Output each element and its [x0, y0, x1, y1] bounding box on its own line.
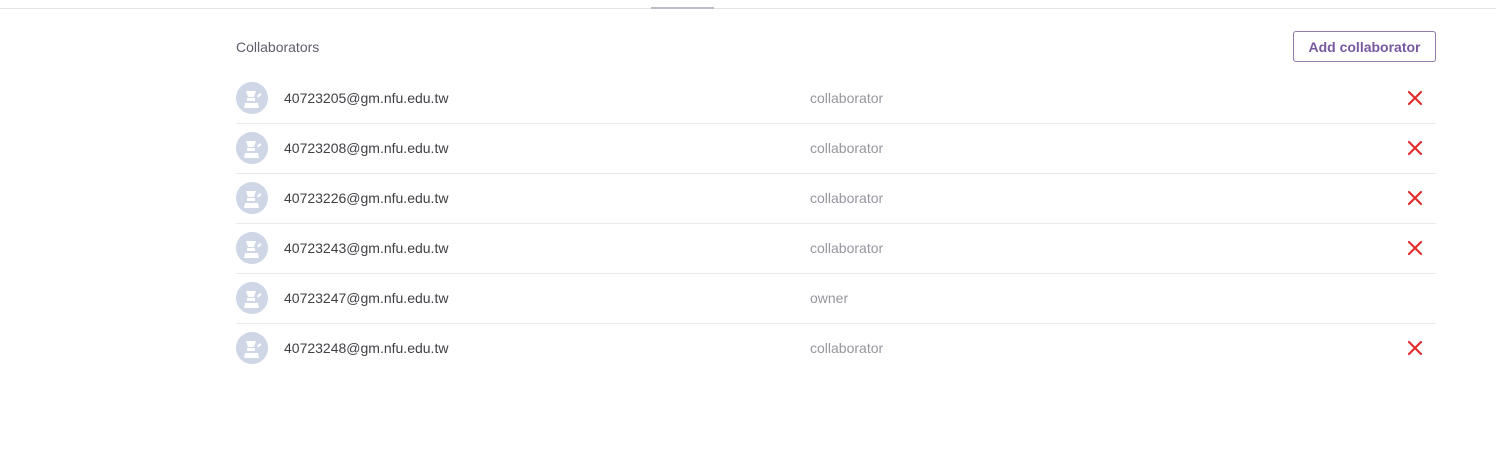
close-icon[interactable]	[1406, 339, 1424, 357]
collaborator-role: collaborator	[810, 90, 884, 106]
section-header: Collaborators Add collaborator	[236, 30, 1436, 62]
collaborator-row: 40723226@gm.nfu.edu.tw collaborator	[236, 173, 1436, 223]
user-avatar-icon	[236, 132, 268, 164]
collaborator-role: owner	[810, 290, 849, 306]
collaborator-email: 40723205@gm.nfu.edu.tw	[284, 90, 449, 106]
collaborator-email: 40723248@gm.nfu.edu.tw	[284, 340, 449, 356]
section-title: Collaborators	[236, 39, 320, 55]
user-avatar-icon	[236, 282, 268, 314]
collaborator-row: 40723205@gm.nfu.edu.tw collaborator	[236, 74, 1436, 123]
collaborator-row: 40723247@gm.nfu.edu.tw owner	[236, 273, 1436, 323]
collaborator-row: 40723243@gm.nfu.edu.tw collaborator	[236, 223, 1436, 273]
collaborator-role: collaborator	[810, 190, 884, 206]
collaborator-role: collaborator	[810, 140, 884, 156]
collaborator-role: collaborator	[810, 240, 884, 256]
collaborator-role: collaborator	[810, 340, 884, 356]
user-avatar-icon	[236, 232, 268, 264]
collaborator-email: 40723226@gm.nfu.edu.tw	[284, 190, 449, 206]
add-collaborator-button[interactable]: Add collaborator	[1293, 31, 1436, 62]
close-icon[interactable]	[1406, 239, 1424, 257]
collaborator-row: 40723248@gm.nfu.edu.tw collaborator	[236, 323, 1436, 373]
collaborators-section: Collaborators Add collaborator 40723205@…	[236, 30, 1436, 373]
close-icon[interactable]	[1406, 139, 1424, 157]
collaborator-list: 40723205@gm.nfu.edu.tw collaborator 4072…	[236, 74, 1436, 373]
collaborator-email: 40723208@gm.nfu.edu.tw	[284, 140, 449, 156]
close-icon[interactable]	[1406, 189, 1424, 207]
user-avatar-icon	[236, 332, 268, 364]
collaborator-email: 40723243@gm.nfu.edu.tw	[284, 240, 449, 256]
user-avatar-icon	[236, 182, 268, 214]
top-divider	[0, 8, 1496, 9]
active-tab-indicator	[651, 7, 714, 9]
collaborator-row: 40723208@gm.nfu.edu.tw collaborator	[236, 123, 1436, 173]
close-icon[interactable]	[1406, 89, 1424, 107]
collaborator-email: 40723247@gm.nfu.edu.tw	[284, 290, 449, 306]
user-avatar-icon	[236, 82, 268, 114]
